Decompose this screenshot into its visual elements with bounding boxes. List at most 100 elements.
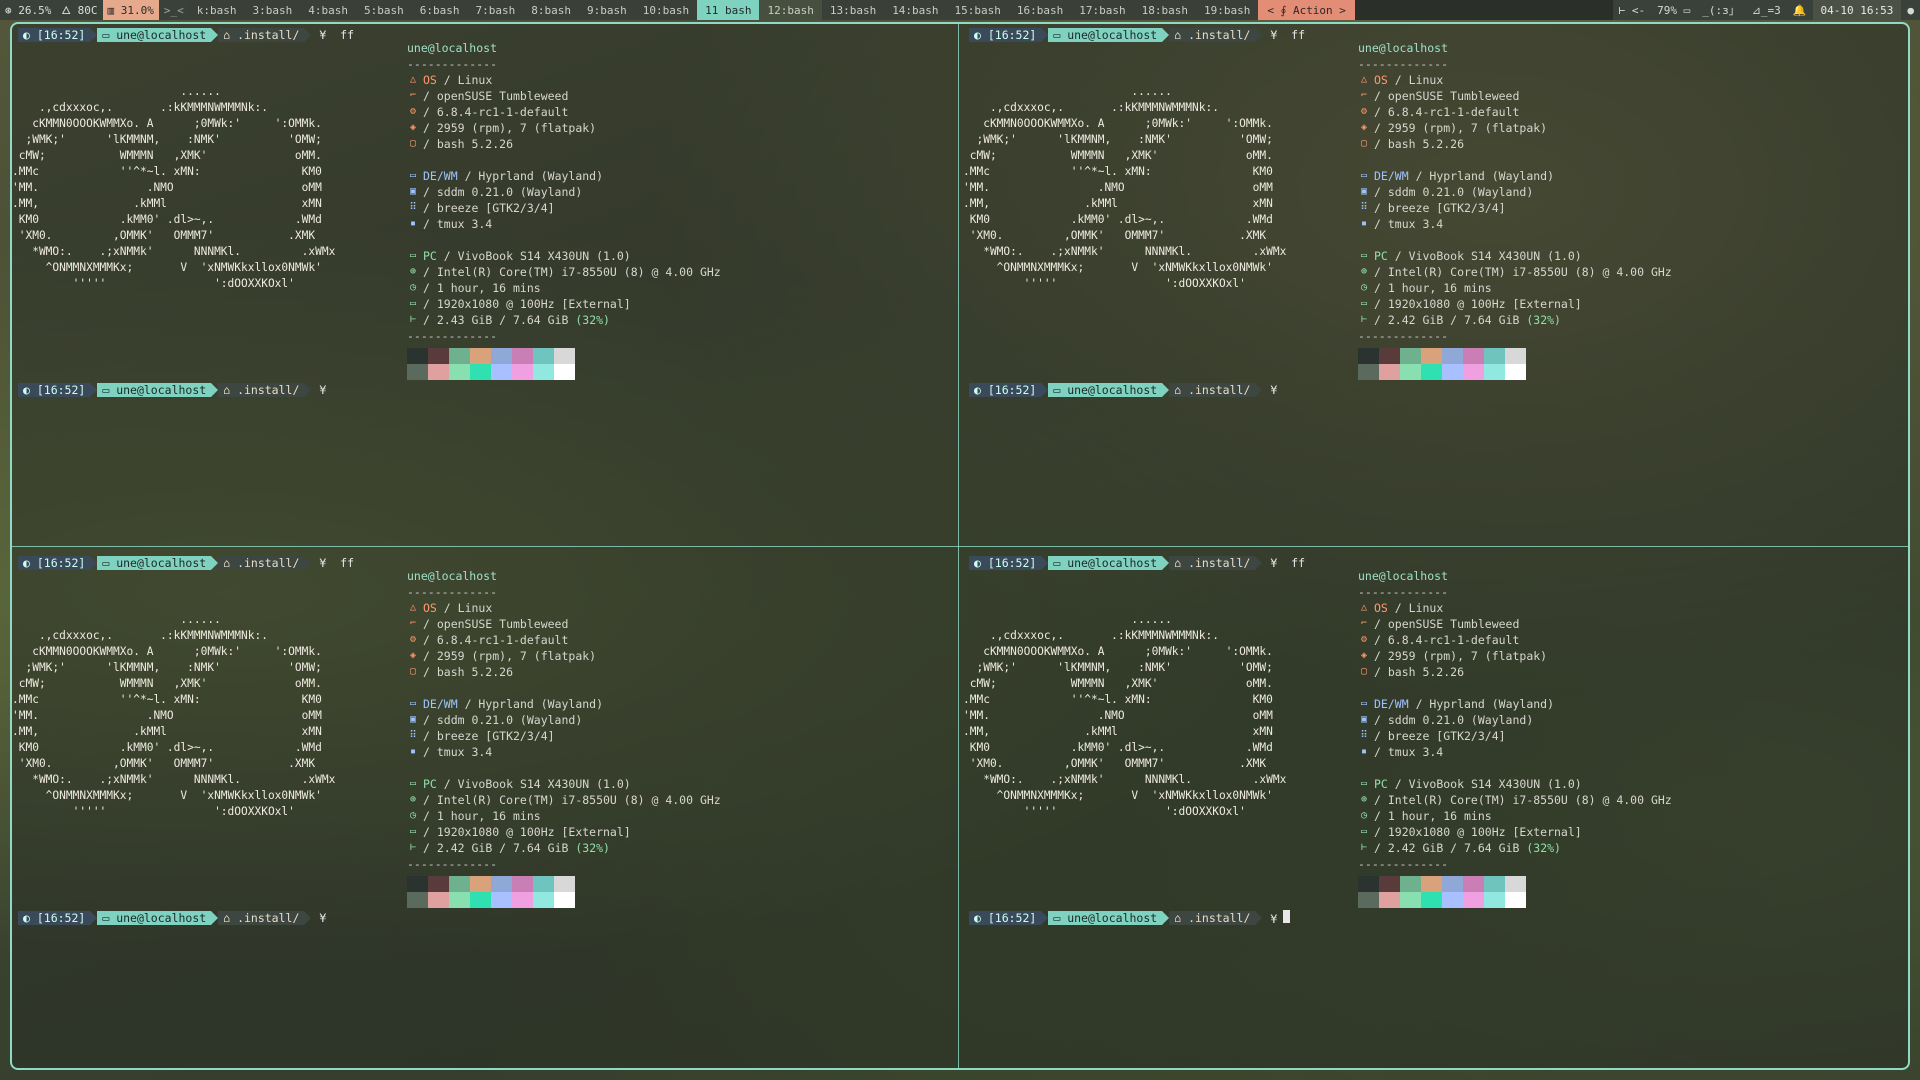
prompt-command: ¥ ff xyxy=(319,556,355,570)
tmux-window-tab[interactable]: 14:bash xyxy=(884,0,947,20)
opensuse-ascii-logo: ...... .,cdxxxoc,. .:kKMMMNWMMMNk:. cKMM… xyxy=(963,85,1287,290)
info-de: ▭ DE/WM / Hyprland (Wayland) xyxy=(1358,696,1672,712)
power-icon[interactable]: ● xyxy=(1901,0,1920,20)
git-branch-icon: ¥ xyxy=(1270,556,1278,570)
terminal-icon: ▭ xyxy=(1053,911,1068,925)
status-right: ⊢ <- 79% ▭ _(:з」 ⊿_=3 🔔 xyxy=(1612,0,1813,20)
color-swatch xyxy=(428,892,449,908)
color-swatch xyxy=(428,876,449,892)
tmux-window-tab[interactable]: 18:bash xyxy=(1133,0,1196,20)
prompt-clock: ◐ [16:52] xyxy=(969,383,1042,397)
action-button[interactable]: < ∮ Action > xyxy=(1258,0,1355,20)
tmux-window-tab[interactable]: 7:bash xyxy=(467,0,524,20)
gear-icon: ⚙ xyxy=(1360,634,1368,645)
info-separator: ------------- xyxy=(407,585,498,599)
gear-icon: ⚙ xyxy=(409,106,417,117)
tmux-window-tab[interactable]: 11 bash xyxy=(697,0,760,20)
git-branch-icon: ¥ xyxy=(1270,28,1278,42)
git-branch-icon: ¥ xyxy=(319,28,327,42)
color-swatch xyxy=(449,348,470,364)
chip-icon: ⊕ xyxy=(409,266,417,277)
window-icon: ▭ xyxy=(409,170,417,181)
info-shell: ▢ / bash 5.2.26 xyxy=(407,664,721,680)
tmux-window-tab[interactable]: 5:bash xyxy=(356,0,412,20)
color-swatch xyxy=(449,364,470,380)
info-display: ▭/ 1920x1080 @ 100Hz [External] xyxy=(1358,296,1672,312)
prompt-path: ⌂ .install/ xyxy=(218,911,305,925)
tmux-window-tab[interactable]: 6:bash xyxy=(411,0,468,20)
info-de: ▭ DE/WM / Hyprland (Wayland) xyxy=(407,696,721,712)
info-cpu: ⊕ / Intel(R) Core(TM) i7-8550U (8) @ 4.00… xyxy=(407,792,721,808)
terminal-icon: ▭ xyxy=(1053,556,1068,570)
status-right-item: 79% ▭ xyxy=(1651,0,1697,20)
home-icon: ⌂ xyxy=(1174,383,1189,397)
fastfetch-info: une@localhost ------------- △ OS / Linux … xyxy=(1358,568,1672,908)
gear-icon: ⚙ xyxy=(409,634,417,645)
info-host: une@localhost xyxy=(407,41,498,55)
tmux-window-tab[interactable]: 10:bash xyxy=(634,0,698,20)
prompt-symbol: ¥ xyxy=(1270,910,1291,926)
pane-divider-horizontal[interactable] xyxy=(12,546,1908,547)
info-shell: ▢ / bash 5.2.26 xyxy=(1358,136,1672,152)
tmux-window-tab[interactable]: 15:bash xyxy=(946,0,1009,20)
pc-icon: ▭ xyxy=(409,250,417,261)
cpu-usage: ⊛ 26.5% xyxy=(0,0,57,20)
tmux-window-tab[interactable]: 17:bash xyxy=(1071,0,1134,20)
text-cursor[interactable] xyxy=(1283,910,1291,923)
tmux-window-tab[interactable]: k:bash xyxy=(188,0,245,20)
shell-prompt-idle: ◐ [16:52] ▭ une@localhost ⌂ .install/ ¥ xyxy=(18,383,326,397)
flame-icon: 🜂 xyxy=(61,4,78,17)
home-icon: ⌂ xyxy=(223,911,238,925)
info-memory: ⊢/ 2.43 GiB / 7.64 GiB (32%) xyxy=(407,312,721,328)
color-swatch xyxy=(1400,892,1421,908)
tmux-window-tab[interactable]: 3:bash xyxy=(244,0,301,20)
terminal-pane-bottom-right[interactable]: ◐ [16:52] ▭ une@localhost ⌂ .install/ ¥ … xyxy=(963,554,1908,1074)
clock-icon: ◷ xyxy=(409,282,417,293)
chip-icon: ⊕ xyxy=(409,794,417,805)
prompt-symbol: ¥ xyxy=(319,911,326,925)
color-swatch xyxy=(1505,876,1526,892)
terminal-pane-bottom-left[interactable]: ◐ [16:52] ▭ une@localhost ⌂ .install/ ¥ … xyxy=(12,554,957,1074)
shell-icon: ▢ xyxy=(1360,138,1368,149)
tmux-window-tab[interactable]: 9:bash xyxy=(579,0,635,20)
display-icon: ▭ xyxy=(1360,826,1368,837)
tmux-window-tab[interactable]: 4:bash xyxy=(300,0,356,20)
display-icon: ▭ xyxy=(409,826,417,837)
tmux-window-tab[interactable]: 8:bash xyxy=(523,0,579,20)
shell-prompt: ◐ [16:52] ▭ une@localhost ⌂ .install/ ¥ … xyxy=(18,556,354,570)
window-icon: ▭ xyxy=(409,698,417,709)
info-uptime: ◷/ 1 hour, 16 mins xyxy=(407,808,721,824)
color-swatch xyxy=(554,364,575,380)
terminal-pane-top-right[interactable]: ◐ [16:52] ▭ une@localhost ⌂ .install/ ¥ … xyxy=(963,26,1908,546)
monitor-icon: ▣ xyxy=(1360,186,1368,197)
clock-icon: ◐ xyxy=(23,383,37,397)
terminal-icon: ▭ xyxy=(1053,28,1068,42)
color-swatch xyxy=(1379,892,1400,908)
prompt-user: ▭ une@localhost xyxy=(1048,383,1163,397)
info-host: une@localhost xyxy=(407,569,498,583)
color-swatch xyxy=(1442,364,1463,380)
color-swatch xyxy=(554,892,575,908)
clock-icon: ◷ xyxy=(409,810,417,821)
status-right-item: _(:з」 xyxy=(1696,0,1746,20)
color-swatch xyxy=(1463,876,1484,892)
tmux-window-tab[interactable]: 12:bash xyxy=(759,0,822,20)
info-host: une@localhost xyxy=(1358,41,1449,55)
home-icon: ⌂ xyxy=(223,28,238,42)
color-swatch xyxy=(1421,876,1442,892)
info-cpu: ⊕ / Intel(R) Core(TM) i7-8550U (8) @ 4.00… xyxy=(407,264,721,280)
color-swatch xyxy=(1442,892,1463,908)
tmux-window-tab[interactable]: 19:bash xyxy=(1195,0,1259,20)
tux-icon: △ xyxy=(409,602,417,613)
tmux-window-tab[interactable]: 13:bash xyxy=(821,0,885,20)
terminal-pane-top-left[interactable]: ◐ [16:52] ▭ une@localhost ⌂ .install/ ¥ … xyxy=(12,26,957,546)
info-distro: ⌐ / openSUSE Tumbleweed xyxy=(1358,88,1672,104)
color-swatch xyxy=(428,348,449,364)
tmux-window-tab[interactable]: 16:bash xyxy=(1008,0,1072,20)
terminal-icon: ▪ xyxy=(1360,746,1368,757)
color-swatch xyxy=(512,348,533,364)
terminal-icon: ▪ xyxy=(1360,218,1368,229)
tux-icon: △ xyxy=(409,74,417,85)
prompt-clock: ◐ [16:52] xyxy=(18,556,91,570)
pane-divider-vertical[interactable] xyxy=(958,24,959,1070)
